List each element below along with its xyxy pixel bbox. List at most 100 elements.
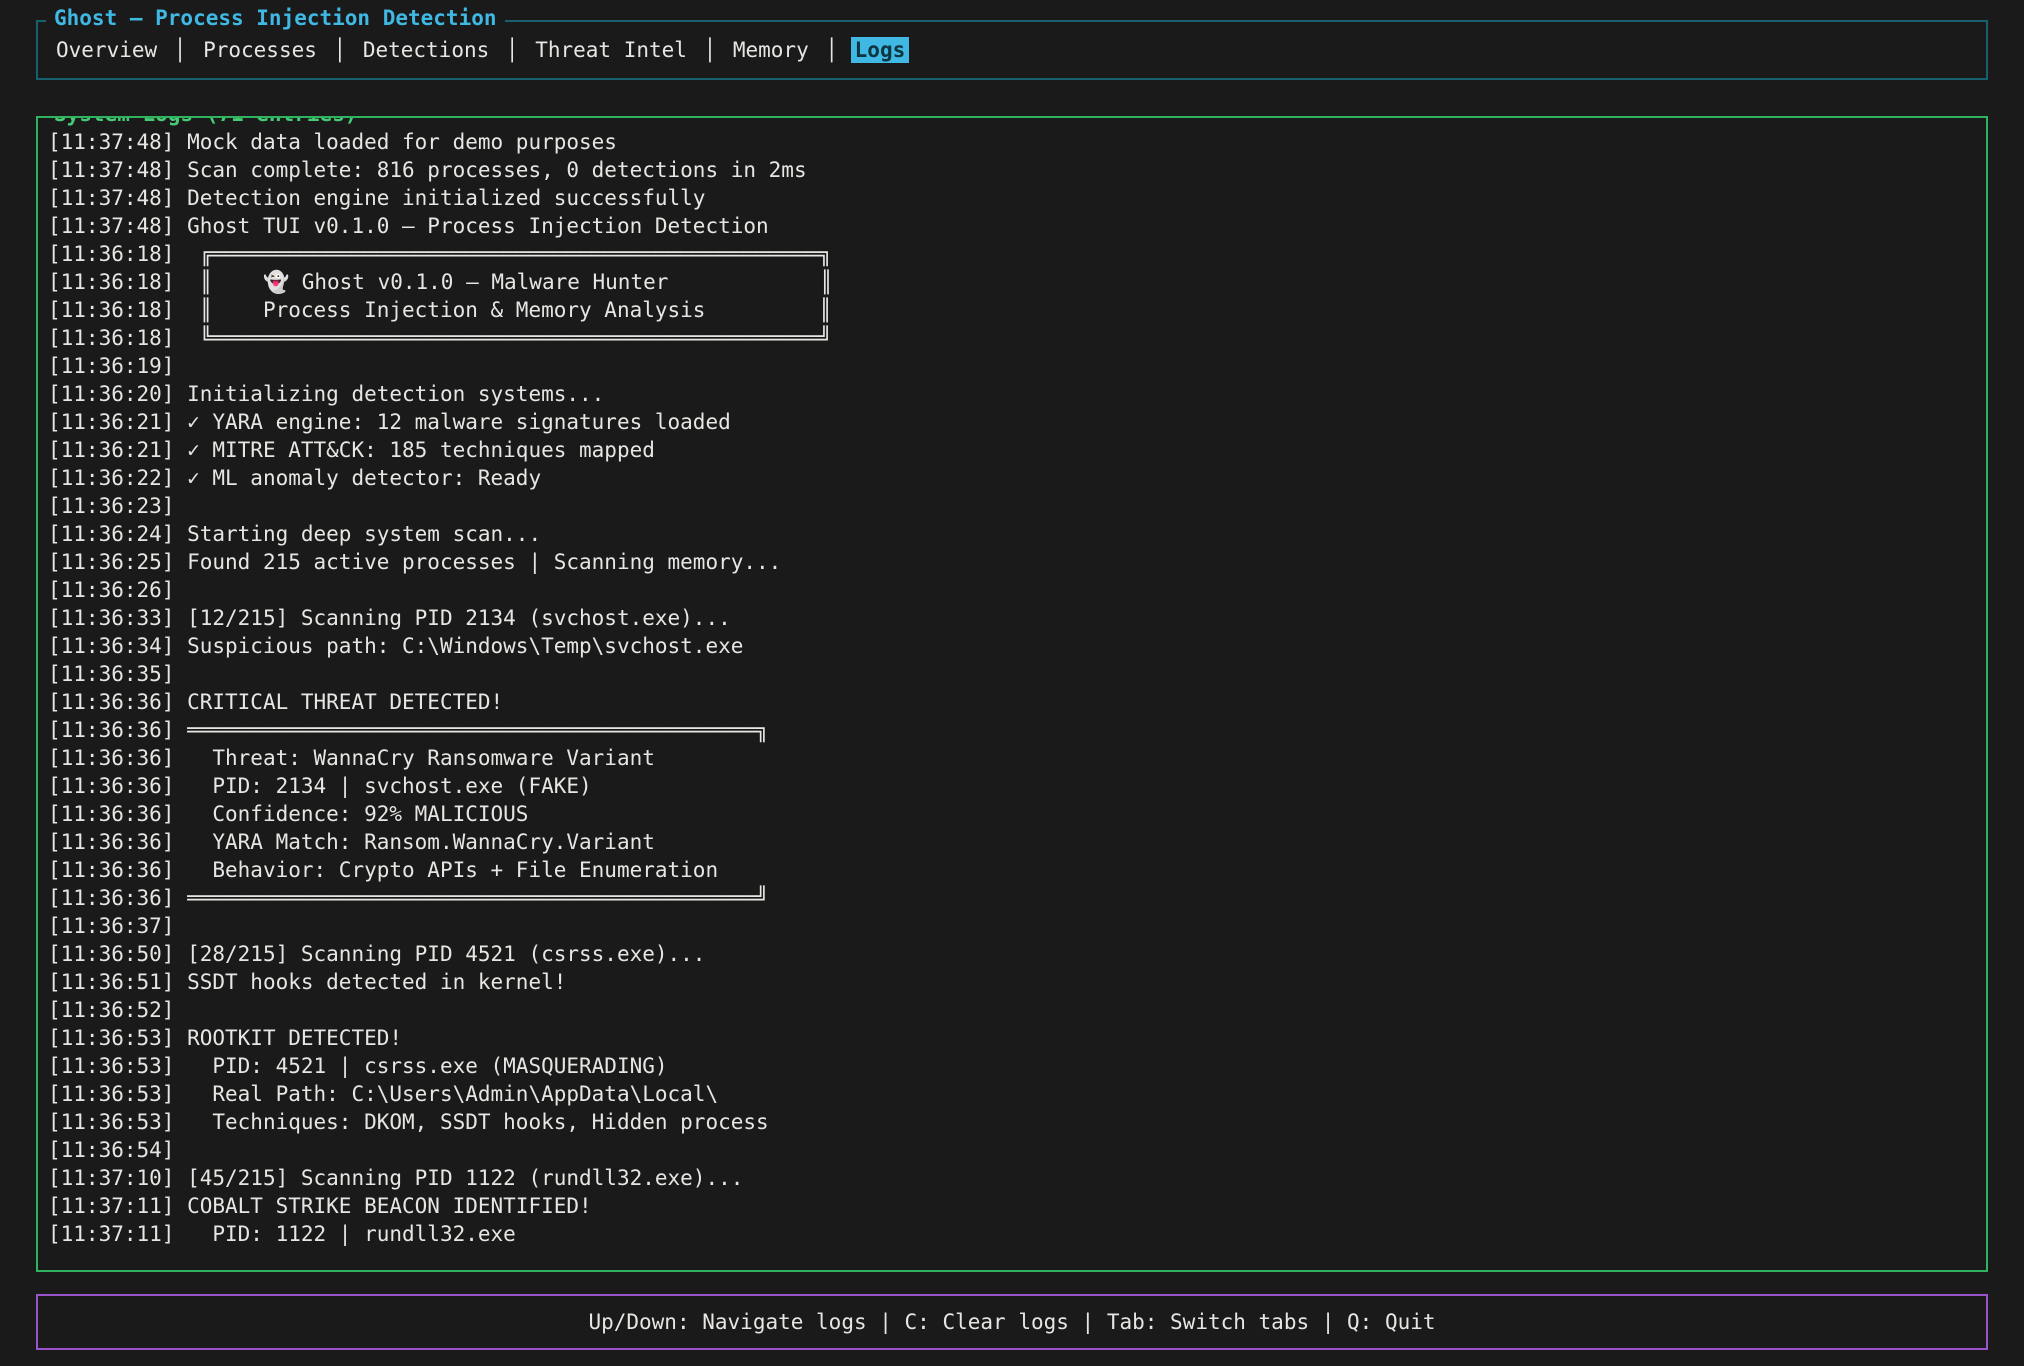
log-timestamp: [11:36:36] [48,830,174,854]
log-timestamp: [11:37:11] [48,1194,174,1218]
tab-separator: │ [493,38,531,62]
logs-panel-title: System Logs (71 entries) [46,116,365,126]
log-entry[interactable]: [11:36:22] ✓ ML anomaly detector: Ready [48,464,1978,492]
tab-logs[interactable]: Logs [851,37,910,63]
log-entry[interactable]: [11:36:20] Initializing detection system… [48,380,1978,408]
log-message [174,494,187,518]
log-timestamp: [11:36:36] [48,802,174,826]
tab-separator: │ [321,38,359,62]
log-timestamp: [11:36:36] [48,746,174,770]
log-entry[interactable]: [11:36:36] PID: 2134 | svchost.exe (FAKE… [48,772,1978,800]
log-entry[interactable]: [11:36:21] ✓ MITRE ATT&CK: 185 technique… [48,436,1978,464]
log-timestamp: [11:36:37] [48,914,174,938]
log-timestamp: [11:37:48] [48,186,174,210]
log-entry[interactable]: [11:36:53] ROOTKIT DETECTED! [48,1024,1978,1052]
log-timestamp: [11:36:53] [48,1110,174,1134]
log-message: [28/215] Scanning PID 4521 (csrss.exe)..… [174,942,705,966]
log-timestamp: [11:36:18] [48,270,174,294]
log-message: Real Path: C:\Users\Admin\AppData\Local\ [174,1082,718,1106]
log-entry[interactable]: [11:36:36] ═════════════════════════════… [48,884,1978,912]
log-entry[interactable]: [11:36:36] CRITICAL THREAT DETECTED! [48,688,1978,716]
log-entry[interactable]: [11:36:23] [48,492,1978,520]
log-timestamp: [11:36:20] [48,382,174,406]
log-entry[interactable]: [11:36:36] Confidence: 92% MALICIOUS [48,800,1978,828]
log-entry[interactable]: [11:36:33] [12/215] Scanning PID 2134 (s… [48,604,1978,632]
log-message: SSDT hooks detected in kernel! [174,970,566,994]
log-message: Threat: WannaCry Ransomware Variant [174,746,654,770]
tab-processes[interactable]: Processes [199,37,321,63]
log-message: Techniques: DKOM, SSDT hooks, Hidden pro… [174,1110,768,1134]
log-message [174,914,187,938]
log-timestamp: [11:36:36] [48,858,174,882]
log-entry[interactable]: [11:36:53] Real Path: C:\Users\Admin\App… [48,1080,1978,1108]
log-entry[interactable]: [11:37:11] PID: 1122 | rundll32.exe [48,1220,1978,1248]
log-message: PID: 2134 | svchost.exe (FAKE) [174,774,591,798]
log-timestamp: [11:37:48] [48,214,174,238]
log-entry[interactable]: [11:36:25] Found 215 active processes | … [48,548,1978,576]
tab-memory[interactable]: Memory [729,37,813,63]
log-entry[interactable]: [11:36:18] ╚════════════════════════════… [48,324,1978,352]
log-timestamp: [11:36:22] [48,466,174,490]
log-entry[interactable]: [11:36:21] ✓ YARA engine: 12 malware sig… [48,408,1978,436]
log-message: Confidence: 92% MALICIOUS [174,802,528,826]
log-message: CRITICAL THREAT DETECTED! [174,690,503,714]
log-entry[interactable]: [11:36:26] [48,576,1978,604]
tab-detections[interactable]: Detections [359,37,493,63]
tab-bar-box: Ghost — Process Injection Detection Over… [36,20,1988,80]
log-entry[interactable]: [11:36:24] Starting deep system scan... [48,520,1978,548]
log-timestamp: [11:36:54] [48,1138,174,1162]
log-entry[interactable]: [11:37:48] Mock data loaded for demo pur… [48,128,1978,156]
log-entry[interactable]: [11:36:50] [28/215] Scanning PID 4521 (c… [48,940,1978,968]
log-timestamp: [11:36:25] [48,550,174,574]
logs-panel: System Logs (71 entries) [11:37:48] Mock… [36,116,1988,1272]
log-entry[interactable]: [11:37:48] Ghost TUI v0.1.0 — Process In… [48,212,1978,240]
log-message: ROOTKIT DETECTED! [174,1026,402,1050]
log-entry[interactable]: [11:36:34] Suspicious path: C:\Windows\T… [48,632,1978,660]
log-entry[interactable]: [11:37:48] Detection engine initialized … [48,184,1978,212]
log-message: ✓ ML anomaly detector: Ready [174,466,541,490]
log-entry[interactable]: [11:36:36] Behavior: Crypto APIs + File … [48,856,1978,884]
log-timestamp: [11:36:36] [48,886,174,910]
log-message: ════════════════════════════════════════… [174,718,768,742]
log-timestamp: [11:36:23] [48,494,174,518]
log-timestamp: [11:36:33] [48,606,174,630]
log-timestamp: [11:37:48] [48,158,174,182]
log-entry[interactable]: [11:36:54] [48,1136,1978,1164]
log-entry[interactable]: [11:37:48] Scan complete: 816 processes,… [48,156,1978,184]
log-entry[interactable]: [11:36:53] Techniques: DKOM, SSDT hooks,… [48,1108,1978,1136]
tab-threat-intel[interactable]: Threat Intel [531,37,691,63]
log-timestamp: [11:36:24] [48,522,174,546]
log-message: Ghost TUI v0.1.0 — Process Injection Det… [174,214,768,238]
log-message: [45/215] Scanning PID 1122 (rundll32.exe… [174,1166,743,1190]
log-message: Initializing detection systems... [174,382,604,406]
log-timestamp: [11:36:53] [48,1054,174,1078]
log-entry[interactable]: [11:37:10] [45/215] Scanning PID 1122 (r… [48,1164,1978,1192]
log-entry[interactable]: [11:36:37] [48,912,1978,940]
log-message: Starting deep system scan... [174,522,541,546]
log-timestamp: [11:37:48] [48,130,174,154]
log-message: YARA Match: Ransom.WannaCry.Variant [174,830,654,854]
log-entry[interactable]: [11:36:19] [48,352,1978,380]
log-timestamp: [11:36:18] [48,242,174,266]
log-entry[interactable]: [11:36:52] [48,996,1978,1024]
tab-overview[interactable]: Overview [52,37,161,63]
tab-separator: │ [161,38,199,62]
log-entry[interactable]: [11:36:35] [48,660,1978,688]
status-bar: Up/Down: Navigate logs | C: Clear logs |… [36,1294,1988,1350]
log-entry[interactable]: [11:36:53] PID: 4521 | csrss.exe (MASQUE… [48,1052,1978,1080]
log-entry[interactable]: [11:36:51] SSDT hooks detected in kernel… [48,968,1978,996]
log-entry[interactable]: [11:36:18] ║ 👻 Ghost v0.1.0 — Malware Hu… [48,268,1978,296]
log-entry[interactable]: [11:36:18] ║ Process Injection & Memory … [48,296,1978,324]
log-entry[interactable]: [11:36:36] ═════════════════════════════… [48,716,1978,744]
log-timestamp: [11:36:19] [48,354,174,378]
log-entry[interactable]: [11:37:11] COBALT STRIKE BEACON IDENTIFI… [48,1192,1978,1220]
log-entry[interactable]: [11:36:36] Threat: WannaCry Ransomware V… [48,744,1978,772]
log-timestamp: [11:36:50] [48,942,174,966]
terminal-screen: Ghost — Process Injection Detection Over… [0,0,2024,1366]
tab-separator: │ [691,38,729,62]
log-entry[interactable]: [11:36:18] ╔════════════════════════════… [48,240,1978,268]
log-message [174,1138,187,1162]
log-message: [12/215] Scanning PID 2134 (svchost.exe)… [174,606,730,630]
log-entry[interactable]: [11:36:36] YARA Match: Ransom.WannaCry.V… [48,828,1978,856]
log-list[interactable]: [11:37:48] Mock data loaded for demo pur… [48,128,1978,1248]
